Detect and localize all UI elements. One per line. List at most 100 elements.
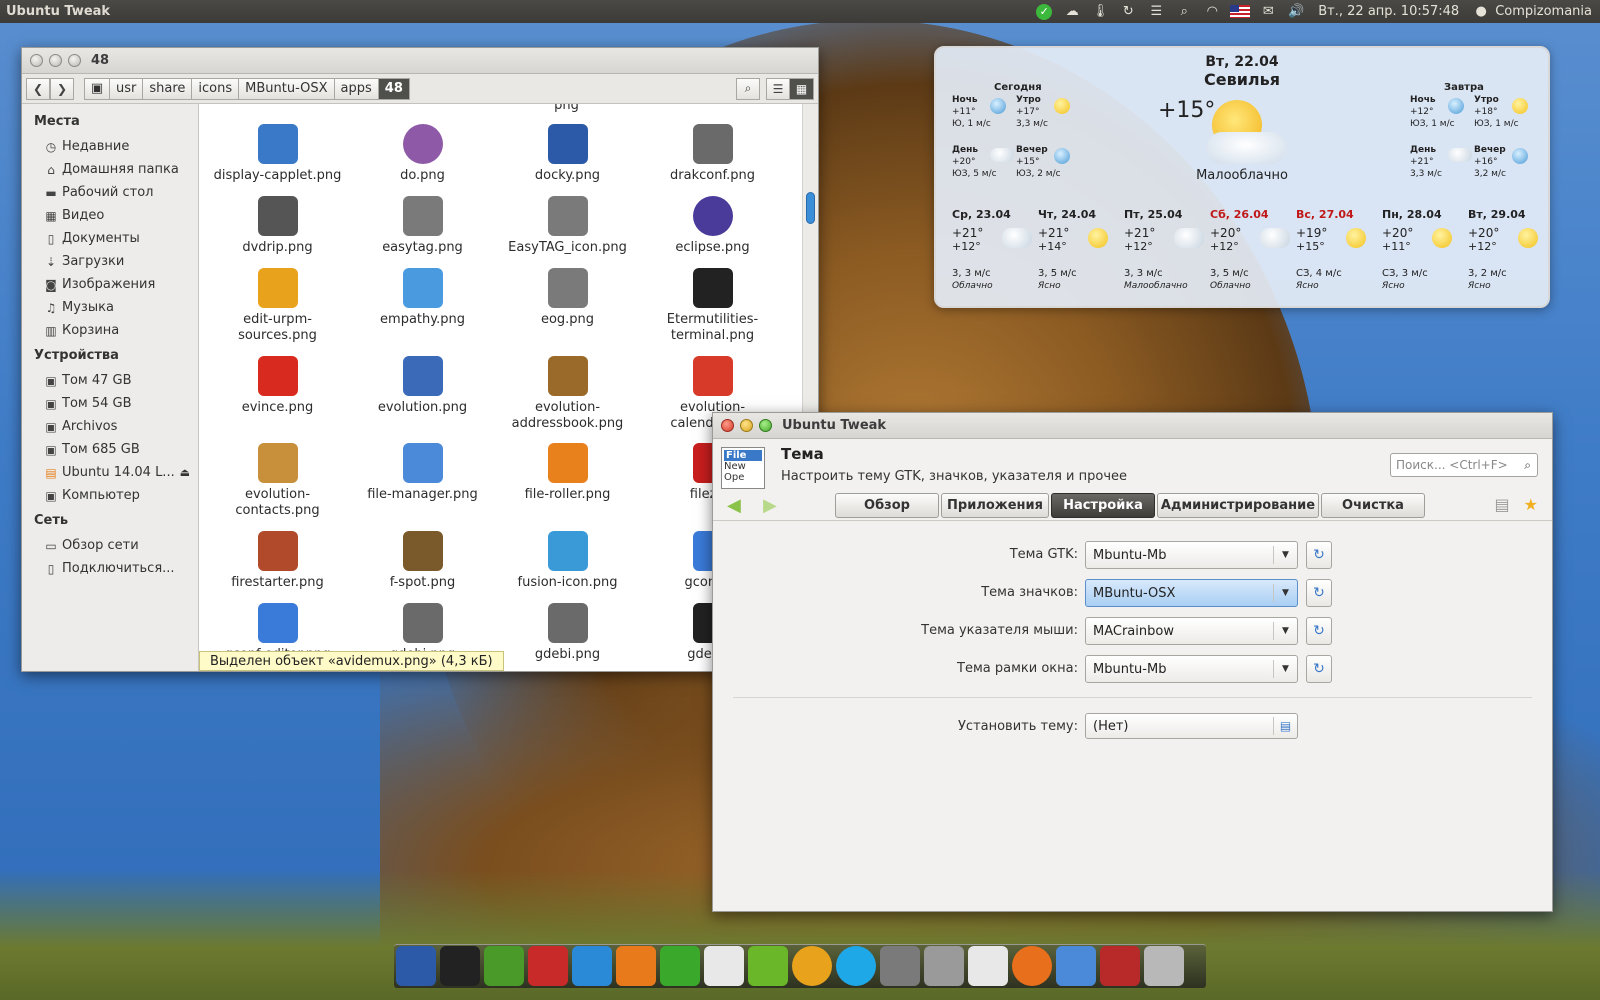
search-button[interactable]: ⌕	[736, 77, 760, 100]
menu-list-icon[interactable]: ☰	[1142, 0, 1170, 23]
back-button[interactable]: ❮	[26, 77, 50, 100]
view-toggle-icon[interactable]: ▤	[1495, 495, 1510, 514]
star-icon[interactable]: ★	[1524, 495, 1538, 514]
file-item[interactable]: file-manager.png	[350, 443, 495, 503]
chrome-icon[interactable]	[792, 946, 832, 986]
volume-icon[interactable]: 🔊	[1282, 0, 1310, 23]
theme-select[interactable]: Mbuntu-Mb ▼	[1085, 655, 1298, 683]
file-item[interactable]: eclipse.png	[640, 196, 785, 256]
reset-button[interactable]: ↻	[1306, 579, 1332, 607]
firefox-icon[interactable]	[1012, 946, 1052, 986]
sidebar-item[interactable]: ⌂ Домашняя папка	[22, 158, 198, 181]
theme-select[interactable]: Mbuntu-Mb ▼	[1085, 541, 1298, 569]
thermometer-icon[interactable]: 🌡	[1086, 0, 1114, 23]
sidebar-item[interactable]: ▦ Видео	[22, 204, 198, 227]
tab-4[interactable]: Очистка	[1321, 493, 1425, 518]
sidebar-item[interactable]: ▥ Корзина	[22, 319, 198, 342]
breadcrumb-share[interactable]: share	[143, 77, 193, 100]
close-button[interactable]	[30, 54, 43, 67]
list-view-button[interactable]: ☰	[766, 77, 790, 100]
file-item[interactable]: easytag.png	[350, 196, 495, 256]
tab-3[interactable]: Администрирование	[1157, 493, 1319, 518]
maximize-button[interactable]	[759, 419, 772, 432]
weather-indicator-icon[interactable]: ☁	[1058, 0, 1086, 23]
theme-select[interactable]: MBuntu-OSX ▼	[1085, 579, 1298, 607]
mixer-icon[interactable]	[924, 946, 964, 986]
close-button[interactable]	[721, 419, 734, 432]
sidebar-item[interactable]: ▣ Том 685 GB	[22, 438, 198, 461]
clock[interactable]: Вт., 22 апр. 10:57:48	[1310, 4, 1467, 19]
sidebar-item[interactable]: ▣ Том 47 GB	[22, 369, 198, 392]
sidebar-item[interactable]: ▤ Ubuntu 14.04 L... ⏏	[22, 461, 198, 484]
breadcrumb-usr[interactable]: usr	[110, 77, 144, 100]
sync-indicator-icon[interactable]: ↻	[1114, 0, 1142, 23]
install-theme-field[interactable]: (Нет) ▤	[1085, 713, 1298, 739]
file-item[interactable]: edit-urpm-sources.png	[205, 268, 350, 344]
file-item[interactable]: drakconf.png	[640, 124, 785, 184]
file-item[interactable]: docky.png	[495, 124, 640, 184]
settings-gear-icon[interactable]	[484, 946, 524, 986]
tab-0[interactable]: Обзор	[835, 493, 939, 518]
search-icon[interactable]: ⌕	[1170, 0, 1198, 23]
mail-icon[interactable]: ✉	[1254, 0, 1282, 23]
tab-2[interactable]: Настройка	[1051, 493, 1155, 518]
minimize-button[interactable]	[740, 419, 753, 432]
reset-button[interactable]: ↻	[1306, 541, 1332, 569]
breadcrumb-48[interactable]: 48	[378, 77, 410, 100]
theme-select[interactable]: MACrainbow ▼	[1085, 617, 1298, 645]
reset-button[interactable]: ↻	[1306, 617, 1332, 645]
file-item[interactable]: evolution-addressbook.png	[495, 356, 640, 432]
scrollbar-thumb[interactable]	[806, 192, 815, 224]
sidebar-item[interactable]: ▣ Компьютер	[22, 484, 198, 507]
photo-icon[interactable]	[1100, 946, 1140, 986]
media-player-icon[interactable]	[748, 946, 788, 986]
apple-logo-icon[interactable]: ●	[1467, 0, 1495, 23]
trash-icon[interactable]	[1144, 946, 1184, 986]
keyboard-layout-flag-icon[interactable]	[1226, 0, 1254, 23]
back-arrow-icon[interactable]: ◀	[727, 495, 741, 516]
sidebar-item[interactable]: ▬ Рабочий стол	[22, 181, 198, 204]
eject-icon[interactable]: ⏏	[180, 466, 190, 479]
minimize-button[interactable]	[49, 54, 62, 67]
forward-button[interactable]: ❯	[50, 77, 74, 100]
grid-view-button[interactable]: ▦	[790, 77, 814, 100]
finder-icon[interactable]	[1056, 946, 1096, 986]
screenshot-icon[interactable]	[880, 946, 920, 986]
sidebar-item[interactable]: ▯ Подключиться...	[22, 557, 198, 580]
file-manager-titlebar[interactable]: 48	[22, 48, 818, 74]
file-item[interactable]: f-spot.png	[350, 531, 495, 591]
file-item[interactable]: display-capplet.png	[205, 124, 350, 184]
forward-arrow-icon[interactable]: ▶	[763, 495, 777, 516]
maximize-button[interactable]	[68, 54, 81, 67]
breadcrumb-icons[interactable]: icons	[192, 77, 240, 100]
sidebar-item[interactable]: ▣ Archivos	[22, 415, 198, 438]
checkmark-search-icon[interactable]	[528, 946, 568, 986]
file-item[interactable]: evolution.png	[350, 356, 495, 416]
impress-icon[interactable]	[616, 946, 656, 986]
file-item[interactable]: file-roller.png	[495, 443, 640, 503]
file-item[interactable]: firestarter.png	[205, 531, 350, 591]
sidebar-item[interactable]: ◙ Изображения	[22, 273, 198, 296]
sidebar-item[interactable]: ▭ Обзор сети	[22, 534, 198, 557]
writer-icon[interactable]	[572, 946, 612, 986]
reset-button[interactable]: ↻	[1306, 655, 1332, 683]
file-item[interactable]: evolution-contacts.png	[205, 443, 350, 519]
sidebar-item[interactable]: ♫ Музыка	[22, 296, 198, 319]
calc-icon[interactable]	[660, 946, 700, 986]
file-item[interactable]: dvdrip.png	[205, 196, 350, 256]
file-item[interactable]: evince.png	[205, 356, 350, 416]
update-indicator-icon[interactable]: ✓	[1030, 0, 1058, 23]
text-editor-icon[interactable]	[704, 946, 744, 986]
file-item[interactable]: Etermutilities-terminal.png	[640, 268, 785, 344]
sidebar-item[interactable]: ▣ Том 54 GB	[22, 392, 198, 415]
file-item[interactable]: fusion-icon.png	[495, 531, 640, 591]
file-item[interactable]: eog.png	[495, 268, 640, 328]
file-item[interactable]: EasyTAG_icon.png	[495, 196, 640, 256]
breadcrumb-mbuntu-osx[interactable]: MBuntu-OSX	[239, 77, 335, 100]
tab-1[interactable]: Приложения	[941, 493, 1049, 518]
sidebar-item[interactable]: ▯ Документы	[22, 227, 198, 250]
folder-open-icon[interactable]: ▤	[1273, 717, 1297, 735]
wifi-icon[interactable]: ◠	[1198, 0, 1226, 23]
docky-icon[interactable]	[396, 946, 436, 986]
file-item[interactable]: gdebi.png	[495, 603, 640, 663]
